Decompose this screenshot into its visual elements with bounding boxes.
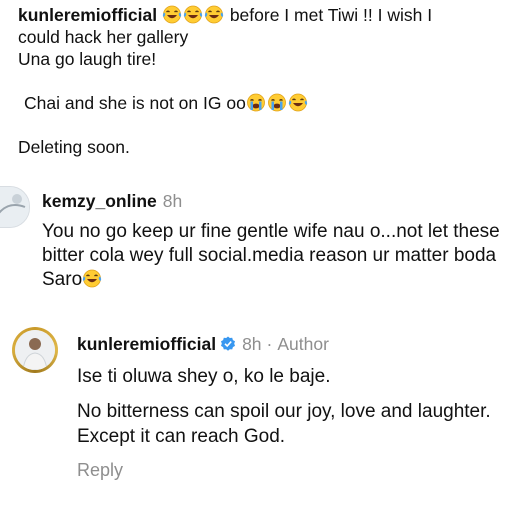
laughing-tears-emoji-icon: [204, 4, 224, 24]
comment-header: kunleremiofficial 8h · Author: [77, 334, 329, 355]
laughing-tears-emoji-icon: [82, 268, 102, 288]
laughing-tears-emoji-icon: [183, 4, 203, 24]
author-label: Author: [277, 334, 329, 354]
avatar[interactable]: [12, 327, 58, 373]
caption-line-1: kunleremiofficial before I met Tiwi !! I…: [18, 4, 523, 26]
laughing-tears-emoji-icon: [288, 92, 308, 112]
crying-emoji-icon: [246, 92, 266, 112]
comment-text: Ise ti oluwa shey o, ko le baje. No bitt…: [77, 364, 517, 459]
comment-text: You no go keep ur fine gentle wife nau o…: [42, 221, 500, 290]
user-avatar-icon: [15, 330, 55, 370]
comment-username[interactable]: kemzy_online: [42, 191, 157, 211]
crying-emoji-icon: [267, 92, 287, 112]
post-caption: kunleremiofficial before I met Tiwi !! I…: [18, 4, 523, 158]
caption-line-2: could hack her gallery: [18, 27, 189, 47]
laughing-tears-emoji-icon: [162, 4, 182, 24]
comment-username[interactable]: kunleremiofficial: [77, 334, 216, 354]
user-avatar-icon: [0, 187, 29, 227]
comment-paragraph: No bitterness can spoil our joy, love an…: [77, 401, 491, 447]
caption-line-4: Chai and she is not on IG oo: [18, 92, 523, 114]
avatar[interactable]: [0, 186, 30, 228]
reply-button[interactable]: Reply: [77, 460, 123, 481]
caption-line-3: Una go laugh tire!: [18, 49, 157, 69]
separator-dot: ·: [266, 334, 273, 354]
caption-author-handle[interactable]: kunleremiofficial: [18, 5, 157, 25]
verified-badge-icon: [221, 336, 236, 351]
caption-text-1: before I met Tiwi !! I wish I: [224, 5, 433, 25]
comment-time: 8h: [162, 191, 183, 211]
comment-header: kemzy_online 8h: [42, 191, 182, 212]
comment-paragraph: Ise ti oluwa shey o, ko le baje.: [77, 366, 331, 387]
comment-time: 8h: [242, 334, 262, 354]
caption-text-4: Chai and she is not on IG oo: [24, 93, 246, 113]
caption-line-5: Deleting soon.: [18, 137, 130, 157]
